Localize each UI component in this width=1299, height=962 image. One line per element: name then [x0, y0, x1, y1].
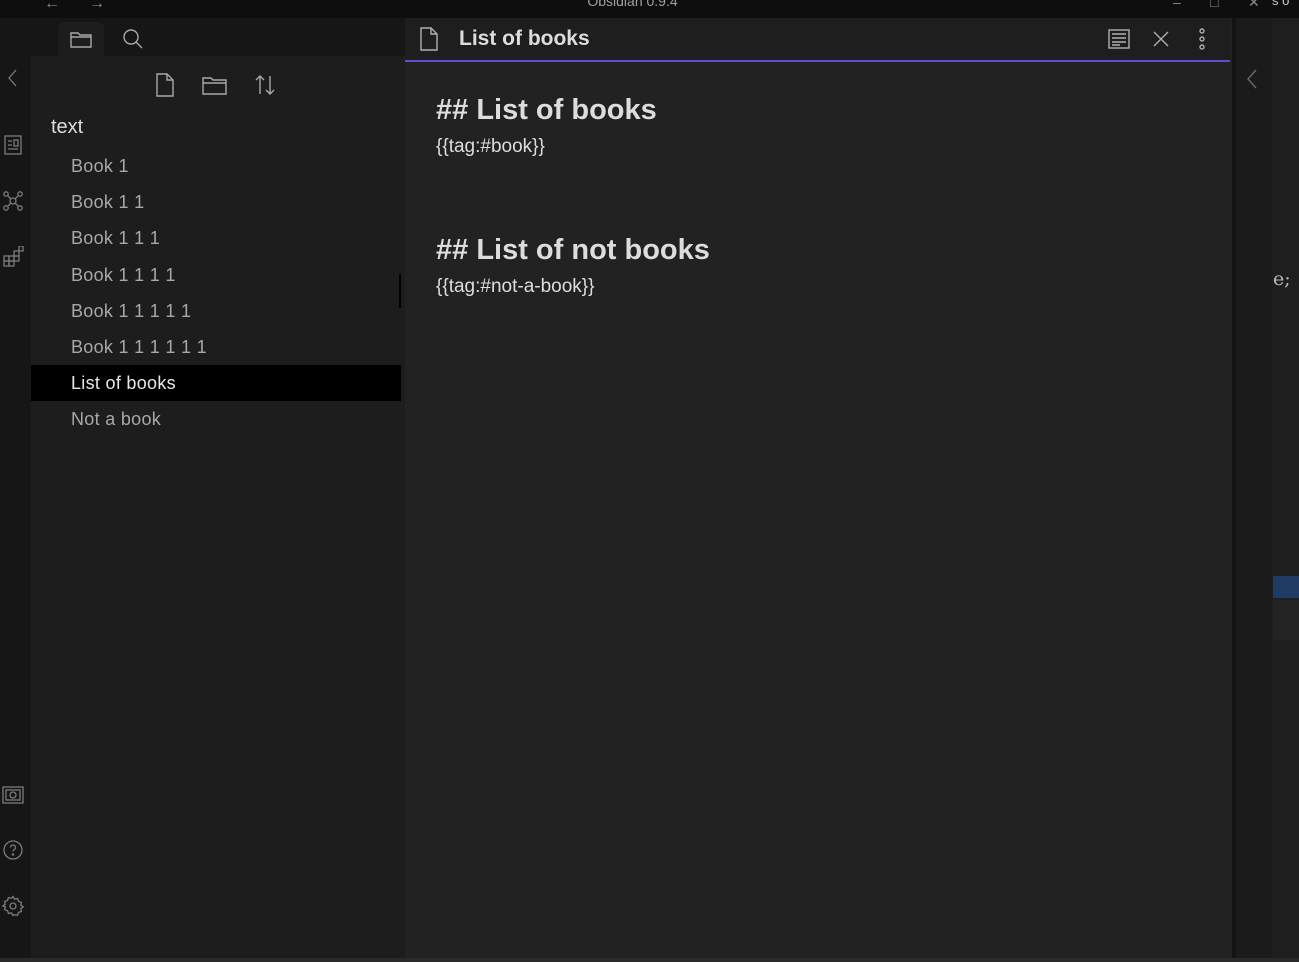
vault-icon[interactable]: [1, 783, 25, 807]
close-window-icon[interactable]: ✕: [1248, 0, 1260, 11]
new-note-icon[interactable]: [150, 70, 180, 100]
arrow-right-icon[interactable]: →: [89, 0, 105, 13]
heading-list-of-not-books[interactable]: ## List of not books: [436, 230, 1196, 270]
background-line: [1273, 600, 1299, 640]
settings-icon[interactable]: [1, 894, 25, 918]
sidebar-resize-handle[interactable]: [399, 274, 401, 308]
expand-right-sidebar-icon[interactable]: [1246, 68, 1258, 95]
file-item[interactable]: Book 1 1 1 1 1: [31, 293, 401, 329]
file-item-active[interactable]: List of books: [31, 365, 401, 402]
heading-list-of-books[interactable]: ## List of books: [436, 90, 1196, 130]
more-options-icon[interactable]: [1188, 26, 1216, 52]
collapse-left-icon[interactable]: [1, 66, 25, 90]
sort-icon[interactable]: [250, 70, 280, 100]
editor-header: List of books: [405, 18, 1230, 62]
minimize-icon[interactable]: –: [1173, 0, 1181, 10]
close-icon[interactable]: [1147, 26, 1175, 52]
background-window-text: s o: [1272, 0, 1290, 8]
tag-query-not-a-book[interactable]: {{tag:#not-a-book}}: [436, 272, 1196, 302]
note-title[interactable]: List of books: [459, 27, 590, 51]
file-item[interactable]: Book 1 1: [31, 184, 401, 220]
editor-content[interactable]: ## List of books {{tag:#book}} ## List o…: [436, 90, 1196, 302]
tab-files[interactable]: [58, 22, 104, 56]
folder-icon: [70, 32, 92, 48]
file-list: Book 1 Book 1 1 Book 1 1 1 Book 1 1 1 1 …: [31, 148, 401, 438]
tab-search[interactable]: [118, 24, 148, 54]
file-explorer-sidebar: text Book 1 Book 1 1 Book 1 1 1 Book 1 1…: [31, 18, 405, 962]
background-selection: [1273, 576, 1299, 598]
command-palette-icon[interactable]: [1, 245, 25, 269]
search-icon: [123, 29, 143, 49]
file-item[interactable]: Not a book: [31, 401, 401, 437]
arrow-left-icon[interactable]: ←: [44, 0, 60, 13]
document-icon: [419, 27, 439, 56]
title-bar: ← → Obsidian 0.9.4 – □ ✕ s o: [0, 0, 1299, 18]
file-item[interactable]: Book 1 1 1 1 1 1: [31, 329, 401, 365]
tag-query-book[interactable]: {{tag:#book}}: [436, 132, 1196, 162]
preview-toggle-icon[interactable]: [1105, 26, 1133, 52]
file-item[interactable]: Book 1: [31, 148, 401, 184]
editor-pane: List of books ## List of books {{tag:#bo…: [405, 18, 1232, 962]
app-title: Obsidian 0.9.4: [587, 0, 678, 9]
sidebar-tab-bar: [31, 18, 405, 56]
right-sidebar-collapsed: [1232, 18, 1276, 962]
help-icon[interactable]: [1, 838, 25, 862]
file-item[interactable]: Book 1 1 1: [31, 220, 401, 256]
background-code-text: e;: [1273, 268, 1291, 290]
file-item[interactable]: Book 1 1 1 1: [31, 257, 401, 293]
background-window: e;: [1272, 18, 1299, 962]
new-folder-icon[interactable]: [200, 70, 230, 100]
vault-folder-title[interactable]: text: [51, 116, 83, 139]
templates-icon[interactable]: [1, 133, 25, 157]
maximize-icon[interactable]: □: [1210, 0, 1218, 10]
bottom-edge: [0, 958, 1299, 962]
left-ribbon: [0, 18, 31, 962]
graph-icon[interactable]: [1, 189, 25, 213]
